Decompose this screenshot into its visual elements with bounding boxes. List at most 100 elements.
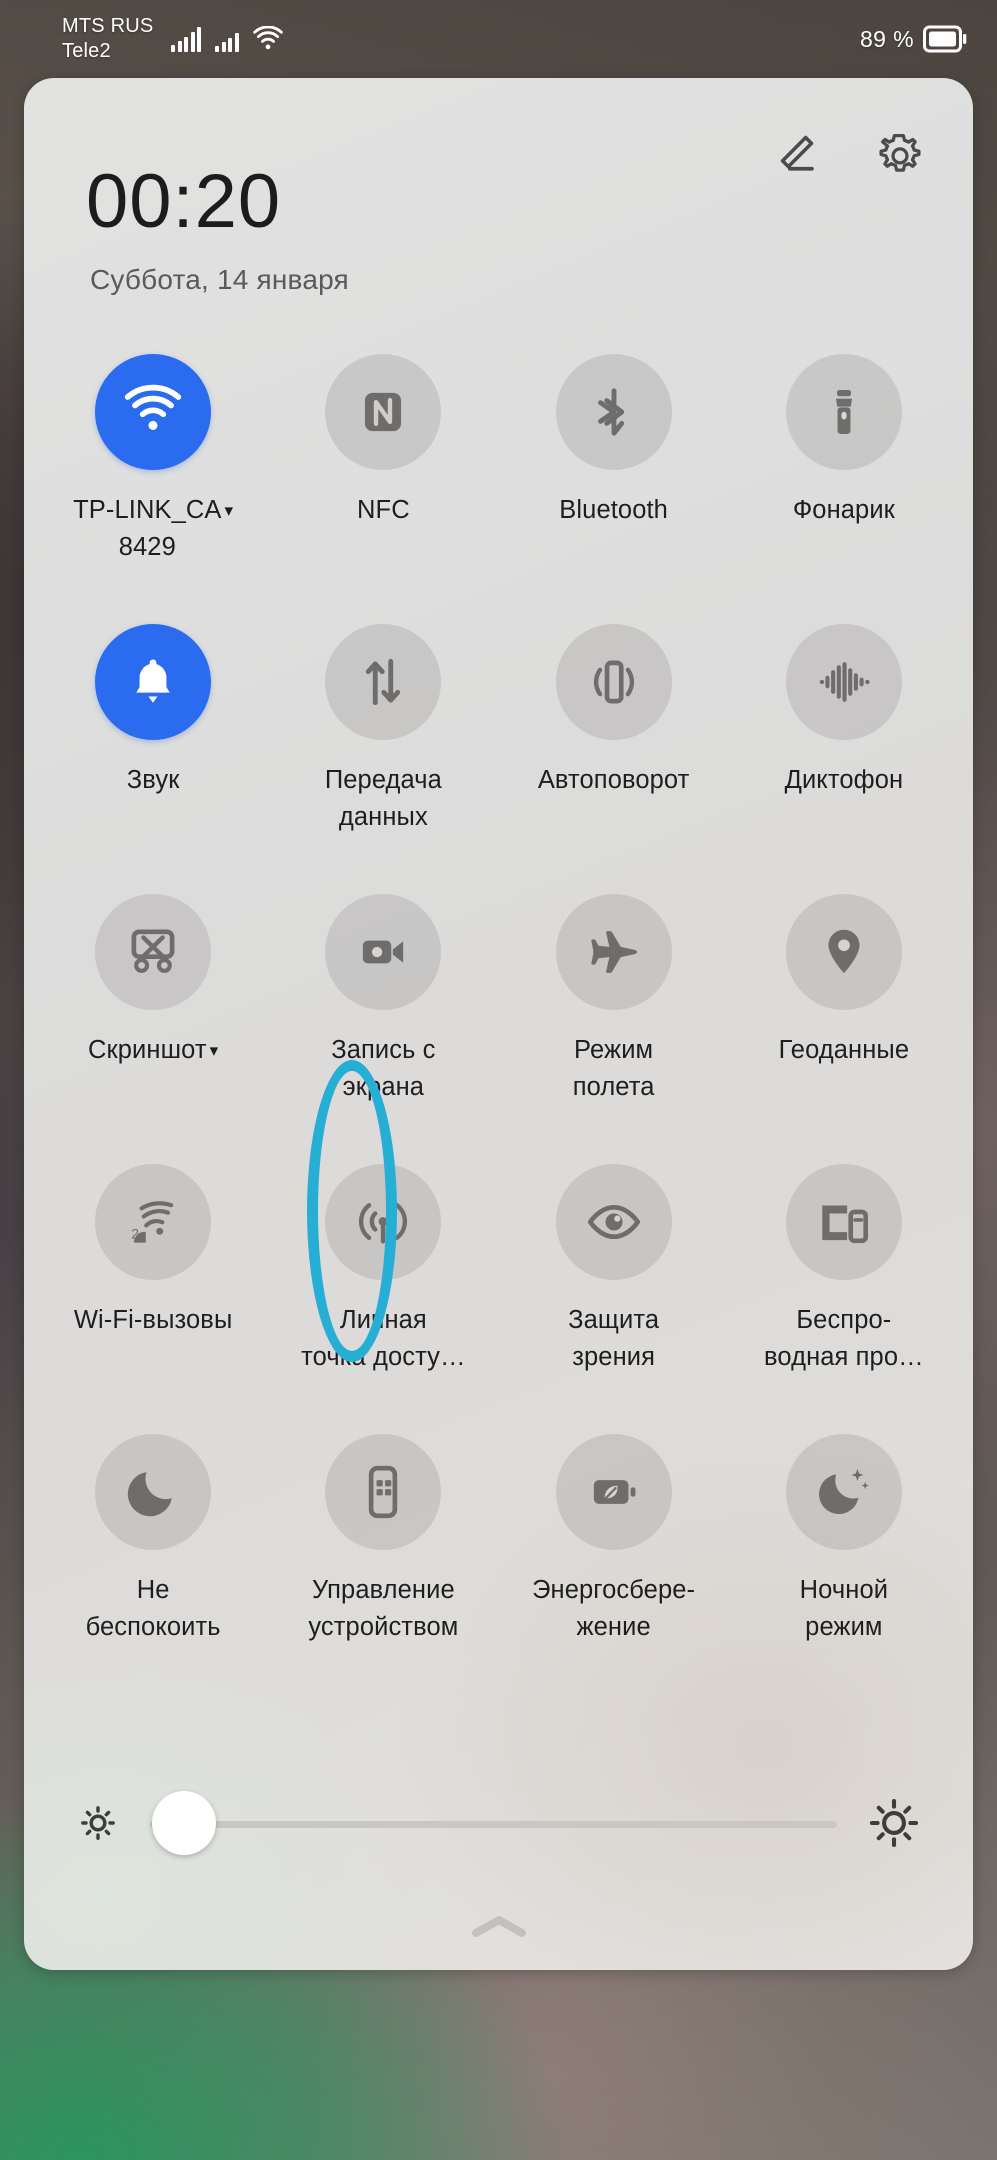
- clock-time: 00:20: [86, 159, 282, 244]
- chevron-down-icon[interactable]: ▾: [224, 492, 233, 529]
- toggle-circle[interactable]: [785, 354, 902, 470]
- brightness-knob[interactable]: [152, 1791, 217, 1855]
- toggle-tile-автоповорот[interactable]: Автоповорот: [499, 614, 729, 884]
- toggle-circle[interactable]: [325, 354, 442, 470]
- pencil-edit-icon[interactable]: [763, 124, 825, 186]
- svg-text:2: 2: [131, 1226, 139, 1242]
- toggle-circle[interactable]: 2: [95, 1164, 212, 1280]
- toggle-circle[interactable]: [325, 1434, 442, 1550]
- toggle-label: Запись с экрана: [331, 1032, 435, 1106]
- toggle-label: Не беспокоить: [86, 1572, 221, 1646]
- toggle-tile-режим[interactable]: Режим полета: [499, 884, 729, 1154]
- toggle-circle[interactable]: [785, 1434, 902, 1550]
- signal-bars-icon: [171, 26, 202, 52]
- battery-saver-icon: [583, 1461, 645, 1523]
- toggle-circle[interactable]: [95, 1434, 212, 1550]
- toggle-label: Геоданные: [779, 1032, 910, 1069]
- toggle-label-text: Диктофон: [784, 766, 904, 794]
- toggle-label-text: Фонарик: [792, 496, 895, 524]
- toggle-label: Ночной режим: [800, 1572, 888, 1646]
- moon-dnd-icon: [122, 1461, 184, 1523]
- toggle-tile-bluetooth[interactable]: Bluetooth: [499, 344, 729, 614]
- carrier-names: MTS RUS Tele2: [62, 14, 153, 64]
- toggle-circle[interactable]: [325, 624, 442, 740]
- toggle-label-text: Геоданные: [778, 1036, 910, 1064]
- toggle-circle[interactable]: [325, 894, 442, 1010]
- location-pin-icon: [813, 921, 875, 983]
- toggle-tile-беспро[interactable]: Беспро- водная про…: [729, 1154, 959, 1424]
- toggle-label: Bluetooth: [559, 492, 668, 529]
- auto-rotate-icon: [583, 651, 645, 713]
- toggle-label: Защита зрения: [568, 1302, 659, 1376]
- toggle-label-text: Запись с экрана: [331, 1036, 436, 1101]
- toggle-circle[interactable]: [325, 1164, 442, 1280]
- toggle-circle[interactable]: [555, 354, 672, 470]
- toggle-label-text: Скриншот: [87, 1036, 207, 1064]
- toggle-label-text: Управление устройством: [308, 1576, 459, 1641]
- toggle-tile-фонарик[interactable]: Фонарик: [729, 344, 959, 614]
- battery-percent: 89 %: [859, 25, 914, 52]
- toggle-label: Автоповорот: [538, 762, 690, 799]
- carrier-line-1: MTS RUS: [62, 15, 154, 37]
- wifi-icon: [122, 381, 184, 443]
- toggle-circle[interactable]: [785, 894, 902, 1010]
- toggle-label-text: Не беспокоить: [85, 1576, 221, 1641]
- toggle-tile-запись-с[interactable]: Запись с экрана: [268, 884, 498, 1154]
- toggle-circle[interactable]: [785, 1164, 902, 1280]
- toggle-tile-управление[interactable]: Управление устройством: [268, 1424, 498, 1694]
- chevron-up-icon: [471, 1916, 526, 1937]
- toggle-circle[interactable]: [95, 354, 212, 470]
- toggle-circle[interactable]: [555, 1434, 672, 1550]
- toggle-tile-ночной[interactable]: Ночной режим: [729, 1424, 959, 1694]
- toggle-label-text: TP-LINK_CA 8429: [73, 496, 222, 561]
- toggle-tile-защита[interactable]: Защита зрения: [499, 1154, 729, 1424]
- toggle-label-text: Личная точка досту…: [301, 1306, 466, 1371]
- toggle-label-text: Энергосбере- жение: [532, 1576, 696, 1641]
- toggle-label: Скриншот ▾: [88, 1032, 218, 1069]
- toggle-tile-не[interactable]: Не беспокоить: [38, 1424, 268, 1694]
- gear-settings-icon[interactable]: [869, 124, 931, 186]
- night-mode-icon: [813, 1461, 875, 1523]
- bell-sound-icon: [122, 651, 184, 713]
- toggle-circle[interactable]: [95, 894, 212, 1010]
- screenshot-icon: [122, 921, 184, 983]
- toggle-label-text: Защита зрения: [568, 1306, 660, 1371]
- toggle-tile-скриншот[interactable]: Скриншот ▾: [38, 884, 268, 1154]
- toggle-tile-nfc[interactable]: NFC: [268, 344, 498, 614]
- toggle-tile-звук[interactable]: Звук: [38, 614, 268, 884]
- quick-settings-panel: 00:20 Суббота, 14 января TP-LINK_CA 8429…: [24, 78, 973, 1970]
- screen-record-icon: [352, 921, 414, 983]
- toggle-tile-диктофон[interactable]: Диктофон: [729, 614, 959, 884]
- panel-collapse-handle[interactable]: [24, 1912, 973, 1942]
- toggle-circle[interactable]: [555, 894, 672, 1010]
- toggle-label-text: Беспро- водная про…: [764, 1306, 924, 1371]
- brightness-track[interactable]: [150, 1791, 837, 1855]
- toggle-label-text: Передача данных: [324, 766, 442, 831]
- toggle-circle[interactable]: [95, 624, 212, 740]
- toggle-label: TP-LINK_CA 8429 ▾: [73, 492, 233, 566]
- toggle-label: Управление устройством: [308, 1572, 458, 1646]
- toggle-tile-личная[interactable]: Личная точка досту…: [268, 1154, 498, 1424]
- toggle-circle[interactable]: [555, 1164, 672, 1280]
- toggle-label: Wi-Fi-вызовы: [74, 1302, 233, 1339]
- hotspot-icon: [352, 1191, 414, 1253]
- toggle-label: Диктофон: [785, 762, 904, 799]
- chevron-down-icon[interactable]: ▾: [210, 1032, 219, 1069]
- bluetooth-icon: [583, 381, 645, 443]
- toggle-tile-энергосбере[interactable]: Энергосбере- жение: [499, 1424, 729, 1694]
- flashlight-icon: [813, 381, 875, 443]
- toggle-circle[interactable]: [555, 624, 672, 740]
- status-icons: [171, 26, 283, 52]
- remote-control-icon: [352, 1461, 414, 1523]
- panel-header-actions: [763, 124, 931, 186]
- toggle-label: Передача данных: [325, 762, 442, 836]
- toggle-tile-tp-link-ca[interactable]: TP-LINK_CA 8429 ▾: [38, 344, 268, 614]
- cast-projection-icon: [813, 1191, 875, 1253]
- brightness-low-icon: [81, 1806, 115, 1840]
- toggle-tile-геоданные[interactable]: Геоданные: [729, 884, 959, 1154]
- toggle-circle[interactable]: [785, 624, 902, 740]
- toggle-tile-передача[interactable]: Передача данных: [268, 614, 498, 884]
- toggle-tile-wi-fi-вызовы[interactable]: 2 Wi-Fi-вызовы: [38, 1154, 268, 1424]
- toggle-label-text: Звук: [126, 766, 180, 794]
- toggle-label-text: Режим полета: [572, 1036, 655, 1101]
